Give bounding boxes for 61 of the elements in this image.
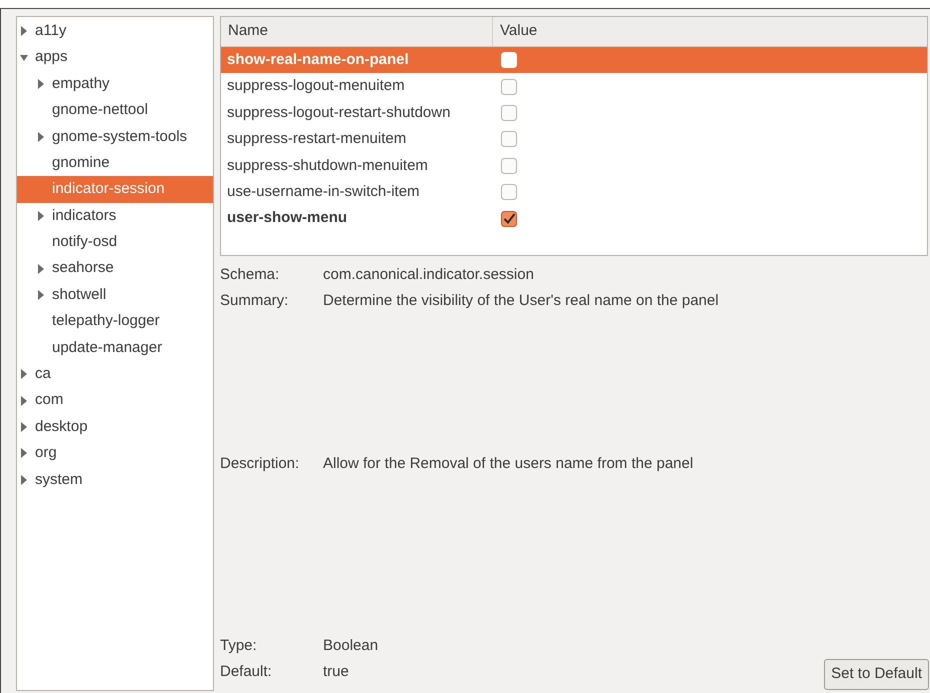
expander-right-icon[interactable]	[20, 448, 28, 458]
tree-item[interactable]: update-manager	[17, 334, 213, 362]
tree-item[interactable]: apps	[17, 44, 213, 71]
field-value: com.canonical.indicator.session	[323, 264, 534, 285]
checkbox[interactable]	[501, 104, 517, 121]
tree-item[interactable]: notify-osd	[17, 229, 213, 256]
expander-right-icon[interactable]	[37, 132, 45, 142]
expander-right-icon[interactable]	[20, 422, 28, 432]
expander-right-icon[interactable]	[37, 290, 45, 300]
checkbox[interactable]	[501, 131, 517, 148]
tree-item[interactable]: shotwell	[17, 282, 213, 308]
field-label: Default:	[220, 662, 273, 682]
tree-item[interactable]: gnomine	[17, 150, 213, 176]
expander-right-icon[interactable]	[20, 396, 28, 406]
field-value: Determine the visibility of the User's real name on the panel	[323, 290, 719, 311]
column-header[interactable]: Name	[221, 17, 493, 46]
expander-right-icon[interactable]	[37, 210, 45, 221]
table-row[interactable]: use-username-in-switch-item	[221, 178, 927, 206]
table-cell-text: suppress-shutdown-menuitem	[226, 156, 429, 176]
expander-right-icon[interactable]	[20, 369, 28, 380]
tree-item[interactable]: ca	[17, 361, 213, 388]
expander-right-icon[interactable]	[37, 264, 45, 274]
tree-item[interactable]: com	[17, 387, 213, 414]
expander-down-icon[interactable]	[20, 52, 28, 63]
expander-right-icon[interactable]	[20, 474, 28, 485]
table-row[interactable]: user-show-menu	[221, 205, 927, 232]
tree-item[interactable]: desktop	[17, 414, 213, 440]
table-cell-text: show-real-name-on-panel	[226, 50, 410, 70]
field-value: Allow for the Removal of the users name from the panel	[323, 454, 694, 474]
tree-item[interactable]: gnome-nettool	[17, 97, 213, 124]
table-row[interactable]: suppress-restart-menuitem	[221, 126, 927, 153]
checkbox[interactable]	[501, 210, 517, 227]
tree-item[interactable]: indicators	[17, 202, 213, 230]
field-value: Boolean	[323, 636, 378, 656]
table-cell-text: use-username-in-switch-item	[226, 182, 421, 202]
field-label: Description:	[220, 454, 300, 474]
checkbox[interactable]	[501, 158, 517, 174]
tree-item[interactable]: org	[17, 440, 213, 467]
field-label: Type:	[220, 636, 258, 656]
checkbox[interactable]	[501, 184, 517, 200]
table-cell-text: user-show-menu	[226, 208, 348, 228]
table-row[interactable]: suppress-logout-menuitem	[221, 73, 927, 100]
expander-right-icon[interactable]	[20, 26, 28, 36]
tree-item[interactable]: empathy	[17, 70, 213, 98]
tree-item[interactable]: seahorse	[17, 256, 213, 282]
tree-item[interactable]: system	[17, 466, 213, 494]
tree-item[interactable]: telepathy-logger	[17, 308, 213, 335]
column-header[interactable]: Value	[493, 17, 927, 46]
checkbox[interactable]	[501, 78, 517, 95]
field-value: true	[323, 662, 349, 682]
table-row[interactable]: suppress-logout-restart-shutdown	[221, 100, 927, 126]
table-row[interactable]: suppress-shutdown-menuitem	[221, 152, 927, 179]
expander-right-icon[interactable]	[37, 78, 45, 89]
table-cell-text: suppress-restart-menuitem	[226, 129, 408, 150]
field-label: Schema:	[220, 264, 280, 285]
table-cell-text: suppress-logout-menuitem	[226, 76, 406, 96]
field-label: Summary:	[220, 290, 290, 311]
tree-item[interactable]: gnome-system-tools	[17, 124, 213, 150]
tree-item[interactable]: a11y	[17, 18, 213, 44]
set-to-default-button[interactable]: Set to Default	[824, 659, 929, 690]
table-cell-text: suppress-logout-restart-shutdown	[226, 102, 452, 123]
